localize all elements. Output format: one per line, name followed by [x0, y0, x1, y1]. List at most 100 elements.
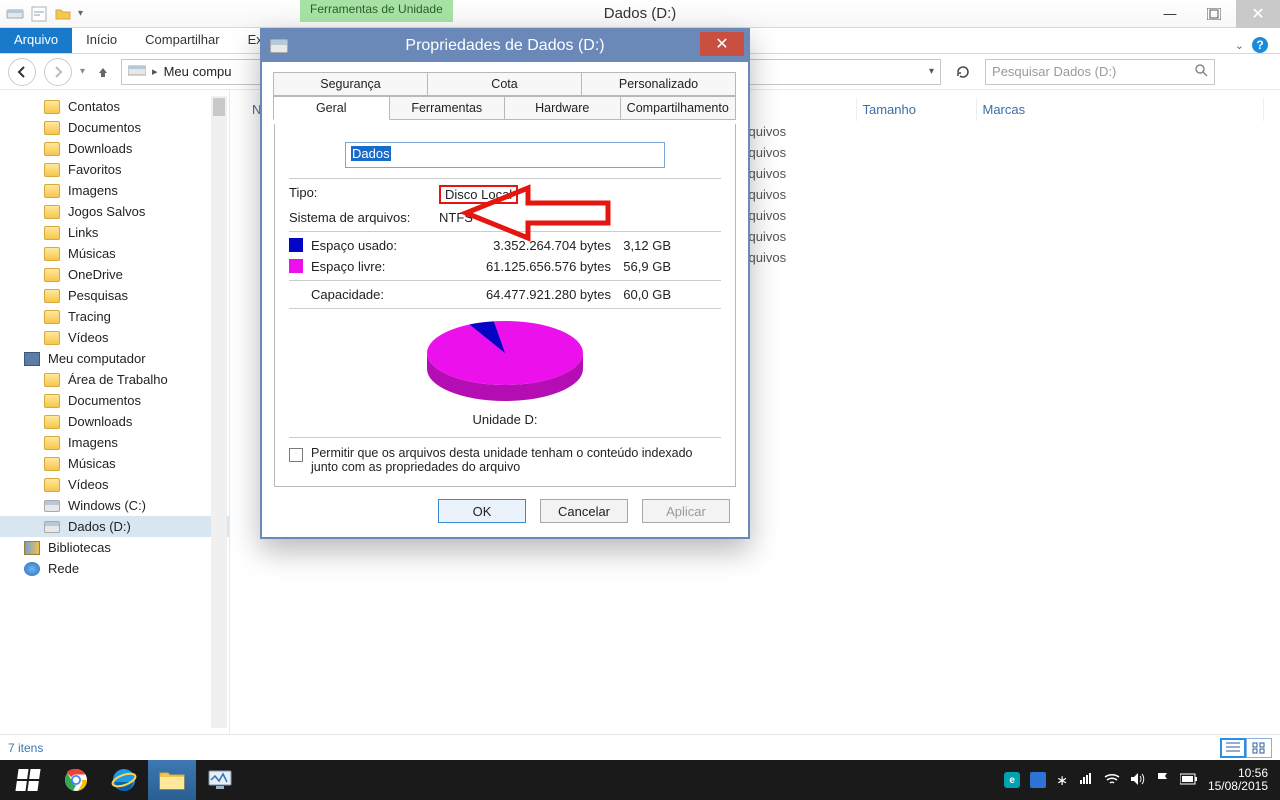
taskbar-ie-icon[interactable]: [100, 760, 148, 800]
ok-button[interactable]: OK: [438, 499, 526, 523]
cancel-button[interactable]: Cancelar: [540, 499, 628, 523]
sidebar-item-meu-computador[interactable]: Meu computador: [0, 348, 229, 369]
tab-personalizado[interactable]: Personalizado: [581, 72, 736, 96]
tray-eset-icon[interactable]: e: [1004, 772, 1020, 788]
sidebar-item-v-deos[interactable]: Vídeos: [0, 474, 229, 495]
sidebar-item-label: Links: [68, 225, 98, 240]
tray-app-icon[interactable]: [1030, 772, 1046, 788]
sidebar-item-imagens[interactable]: Imagens: [0, 180, 229, 201]
navigation-pane[interactable]: ContatosDocumentosDownloadsFavoritosImag…: [0, 90, 230, 734]
column-header[interactable]: Tamanho: [856, 98, 976, 121]
address-dropdown-icon[interactable]: ▾: [929, 66, 934, 77]
refresh-button[interactable]: [949, 59, 977, 85]
breadcrumb-chevron-icon[interactable]: ▸: [152, 65, 158, 78]
sidebar-item-label: Meu computador: [48, 351, 146, 366]
sidebar-item-documentos[interactable]: Documentos: [0, 117, 229, 138]
new-folder-icon[interactable]: [54, 5, 72, 23]
sidebar-item-label: Pesquisas: [68, 288, 128, 303]
folder-icon: [44, 457, 60, 471]
tab-compartilhamento[interactable]: Compartilhamento: [620, 96, 737, 120]
qat-dropdown-icon[interactable]: ▾: [78, 8, 83, 19]
sidebar-item-tracing[interactable]: Tracing: [0, 306, 229, 327]
system-tray[interactable]: e ∗ 10:56 15/08/2015: [1004, 767, 1276, 793]
folder-icon: [44, 205, 60, 219]
apply-button[interactable]: Aplicar: [642, 499, 730, 523]
taskbar[interactable]: e ∗ 10:56 15/08/2015: [0, 760, 1280, 800]
maximize-button[interactable]: [1192, 0, 1236, 28]
tray-battery-icon[interactable]: [1180, 773, 1198, 788]
tab-share[interactable]: Compartilhar: [131, 28, 233, 53]
file-tab[interactable]: Arquivo: [0, 28, 72, 53]
indexing-option[interactable]: Permitir que os arquivos desta unidade t…: [289, 444, 721, 476]
dialog-titlebar[interactable]: Propriedades de Dados (D:) ✕: [262, 30, 748, 62]
tab-geral[interactable]: Geral: [273, 96, 390, 120]
tray-clock[interactable]: 10:56 15/08/2015: [1208, 767, 1268, 793]
tray-network-icon[interactable]: [1078, 772, 1094, 789]
minimize-button[interactable]: —: [1148, 0, 1192, 28]
indexing-checkbox[interactable]: [289, 448, 303, 462]
sidebar-item-contatos[interactable]: Contatos: [0, 96, 229, 117]
dialog-drive-icon: [270, 39, 288, 53]
sidebar-item-links[interactable]: Links: [0, 222, 229, 243]
sidebar-item-downloads[interactable]: Downloads: [0, 411, 229, 432]
tab-cota[interactable]: Cota: [427, 72, 582, 96]
sidebar-item-label: Imagens: [68, 435, 118, 450]
column-header[interactable]: Marcas: [976, 98, 1264, 121]
view-icons-button[interactable]: [1246, 738, 1272, 758]
indexing-label: Permitir que os arquivos desta unidade t…: [311, 446, 721, 474]
forward-button[interactable]: [44, 58, 72, 86]
sidebar-item-m-sicas[interactable]: Músicas: [0, 243, 229, 264]
dialog-title-text: Propriedades de Dados (D:): [405, 37, 604, 55]
sidebar-item-pesquisas[interactable]: Pesquisas: [0, 285, 229, 306]
search-input[interactable]: [992, 64, 1188, 79]
status-bar: 7 itens: [0, 734, 1280, 760]
tab-seguranca[interactable]: Segurança: [273, 72, 428, 96]
sidebar-item-onedrive[interactable]: OneDrive: [0, 264, 229, 285]
search-box[interactable]: [985, 59, 1215, 85]
free-color-swatch: [289, 259, 303, 273]
drive-icon: [44, 521, 60, 533]
taskbar-monitor-icon[interactable]: [196, 760, 244, 800]
view-details-button[interactable]: [1220, 738, 1246, 758]
sidebar-item-downloads[interactable]: Downloads: [0, 138, 229, 159]
tray-flag-icon[interactable]: [1156, 772, 1170, 789]
sidebar-item-bibliotecas[interactable]: Bibliotecas: [0, 537, 229, 558]
sidebar-item-imagens[interactable]: Imagens: [0, 432, 229, 453]
back-button[interactable]: [8, 58, 36, 86]
volume-name-input[interactable]: Dados: [345, 142, 665, 168]
start-button[interactable]: [4, 760, 52, 800]
folder-icon: [44, 184, 60, 198]
tray-bluetooth-icon[interactable]: ∗: [1056, 772, 1068, 789]
sidebar-item-dados-d-[interactable]: Dados (D:): [0, 516, 229, 537]
sidebar-item-favoritos[interactable]: Favoritos: [0, 159, 229, 180]
close-button[interactable]: ✕: [1236, 0, 1280, 28]
sidebar-scrollbar[interactable]: [211, 96, 227, 728]
recent-dropdown-icon[interactable]: ▾: [80, 66, 85, 77]
ribbon-expand-icon[interactable]: ⌄: [1235, 39, 1244, 52]
tab-hardware[interactable]: Hardware: [504, 96, 621, 120]
help-icon[interactable]: ?: [1252, 37, 1268, 53]
tray-volume-icon[interactable]: [1130, 772, 1146, 789]
props-icon[interactable]: [30, 5, 48, 23]
tab-ferramentas[interactable]: Ferramentas: [389, 96, 506, 120]
sidebar-item-windows-c-[interactable]: Windows (C:): [0, 495, 229, 516]
breadcrumb-segment[interactable]: Meu compu: [164, 64, 232, 79]
sidebar-item-documentos[interactable]: Documentos: [0, 390, 229, 411]
taskbar-explorer-icon[interactable]: [148, 760, 196, 800]
window-title: Dados (D:): [604, 5, 677, 22]
sidebar-item-rede[interactable]: Rede: [0, 558, 229, 579]
up-button[interactable]: [93, 62, 113, 82]
contextual-tab-drive-tools[interactable]: Ferramentas de Unidade: [300, 0, 453, 22]
sidebar-item-m-sicas[interactable]: Músicas: [0, 453, 229, 474]
tray-wifi-icon[interactable]: [1104, 772, 1120, 789]
search-icon[interactable]: [1194, 63, 1208, 80]
sidebar-item-jogos-salvos[interactable]: Jogos Salvos: [0, 201, 229, 222]
tab-home[interactable]: Início: [72, 28, 131, 53]
folder-icon: [44, 394, 60, 408]
dialog-close-button[interactable]: ✕: [700, 32, 744, 56]
sidebar-item-v-deos[interactable]: Vídeos: [0, 327, 229, 348]
taskbar-chrome-icon[interactable]: [52, 760, 100, 800]
sidebar-item--rea-de-trabalho[interactable]: Área de Trabalho: [0, 369, 229, 390]
folder-icon: [44, 310, 60, 324]
dialog-tabs: Segurança Cota Personalizado Geral Ferra…: [274, 72, 736, 120]
